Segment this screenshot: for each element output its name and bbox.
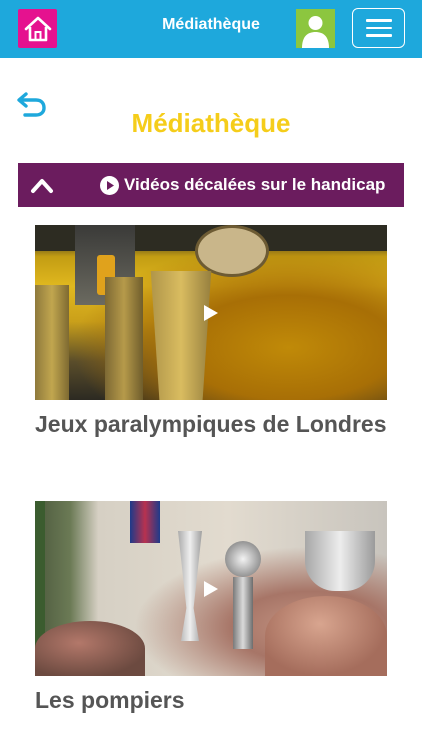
section-header-toggle[interactable]: Vidéos décalées sur le handicap [18,163,404,207]
bass-drum-shape [195,225,269,277]
hand-shape [35,621,145,676]
section-title-wrap: Vidéos décalées sur le handicap [100,175,385,195]
video-thumbnail[interactable] [35,225,387,400]
ball-trophy-shape [225,541,261,577]
flag-shape [130,501,160,543]
video-title[interactable]: Les pompiers [35,687,387,714]
play-icon[interactable] [203,304,219,322]
account-button[interactable] [296,9,335,48]
app-bar: Médiathèque [0,0,422,58]
video-title[interactable]: Jeux paralympiques de Londres [35,411,387,438]
cup-shape [305,531,375,591]
pillar-mid-shape [105,277,143,400]
video-thumbnail[interactable] [35,501,387,676]
person-shape [265,596,387,676]
play-icon[interactable] [203,580,219,598]
video-card[interactable]: Jeux paralympiques de Londres [35,225,387,438]
hamburger-menu-icon [365,19,392,22]
chevron-up-icon [31,179,53,193]
section-title: Vidéos décalées sur le handicap [124,175,386,194]
menu-button[interactable] [352,8,405,48]
trophy-stem-shape [233,577,253,649]
trophy-shape [178,531,202,641]
pillar-right-shape [150,271,212,400]
hamburger-menu-icon-bar [365,34,392,37]
pillar-left-shape [35,285,69,400]
hamburger-menu-icon-bar [365,26,392,30]
user-icon [302,16,329,48]
play-circle-icon [100,175,119,195]
page-title: Médiathèque [131,108,291,138]
video-card[interactable]: Les pompiers [35,501,387,714]
